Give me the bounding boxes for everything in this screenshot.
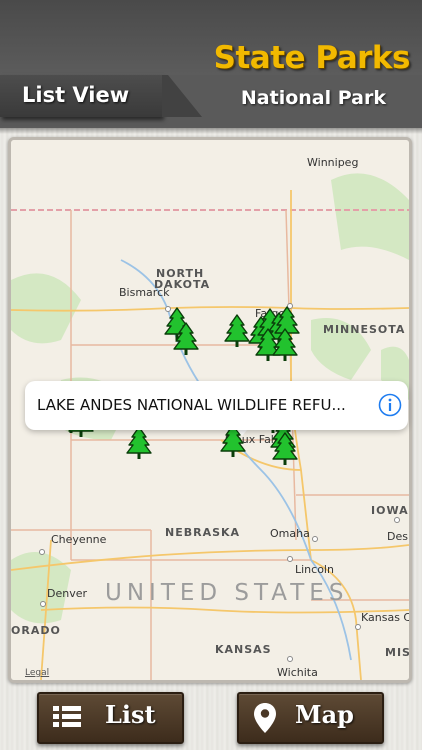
city-dot-lincoln <box>287 556 293 562</box>
callout-title: LAKE ANDES NATIONAL WILDLIFE REFU... <box>37 396 346 414</box>
city-dot-des-moines <box>394 517 400 523</box>
park-marker-tree-icon[interactable] <box>272 328 298 362</box>
city-label-des-moines: Des <box>387 530 408 543</box>
city-label-kansas-city: Kansas C <box>361 611 412 624</box>
park-marker-tree-icon[interactable] <box>224 314 250 348</box>
city-label-omaha: Omaha <box>270 527 310 540</box>
park-marker-tree-icon[interactable] <box>272 432 298 466</box>
city-label-denver: Denver <box>47 587 88 600</box>
city-label-wichita: Wichita <box>277 666 318 679</box>
state-label-minnesota: MINNESOTA <box>323 323 406 336</box>
state-label-missouri: MISS <box>385 646 411 659</box>
map-button-label: Map <box>295 700 354 729</box>
state-label-kansas: KANSAS <box>215 643 272 656</box>
park-callout[interactable]: LAKE ANDES NATIONAL WILDLIFE REFU... <box>25 381 408 430</box>
park-marker-tree-icon[interactable] <box>173 322 199 356</box>
map-button[interactable]: Map <box>237 692 384 744</box>
park-marker-tree-icon[interactable] <box>126 426 152 460</box>
app-subtitle: National Park <box>240 87 386 109</box>
state-label-iowa: IOWA <box>371 504 409 517</box>
list-icon <box>53 706 81 727</box>
list-button[interactable]: List <box>37 692 184 744</box>
info-circle-icon[interactable] <box>378 393 402 417</box>
state-label-nebraska: NEBRASKA <box>165 526 241 539</box>
city-label-lincoln: Lincoln <box>295 563 334 576</box>
list-button-label: List <box>105 700 156 729</box>
city-dot-wichita <box>287 656 293 662</box>
tab-slant-shape <box>162 75 202 117</box>
country-label: UNITED STATES <box>105 580 349 606</box>
state-label-colorado: ORADO <box>11 624 61 637</box>
list-view-label: List View <box>22 83 130 107</box>
header-bar: State Parks National Park List View <box>0 0 422 128</box>
city-dot-kansas-city <box>355 624 361 630</box>
city-dot-denver <box>40 601 46 607</box>
legal-link[interactable]: Legal <box>25 668 49 678</box>
list-view-tab[interactable]: List View <box>0 75 202 117</box>
city-dot-cheyenne <box>39 549 45 555</box>
city-label-bismarck: Bismarck <box>119 286 170 299</box>
header-shadow <box>0 128 422 134</box>
map-pin-icon <box>254 703 276 733</box>
city-label-winnipeg: Winnipeg <box>307 156 359 169</box>
city-dot-omaha <box>312 536 318 542</box>
city-label-cheyenne: Cheyenne <box>51 533 107 546</box>
app-title: State Parks <box>213 40 411 76</box>
